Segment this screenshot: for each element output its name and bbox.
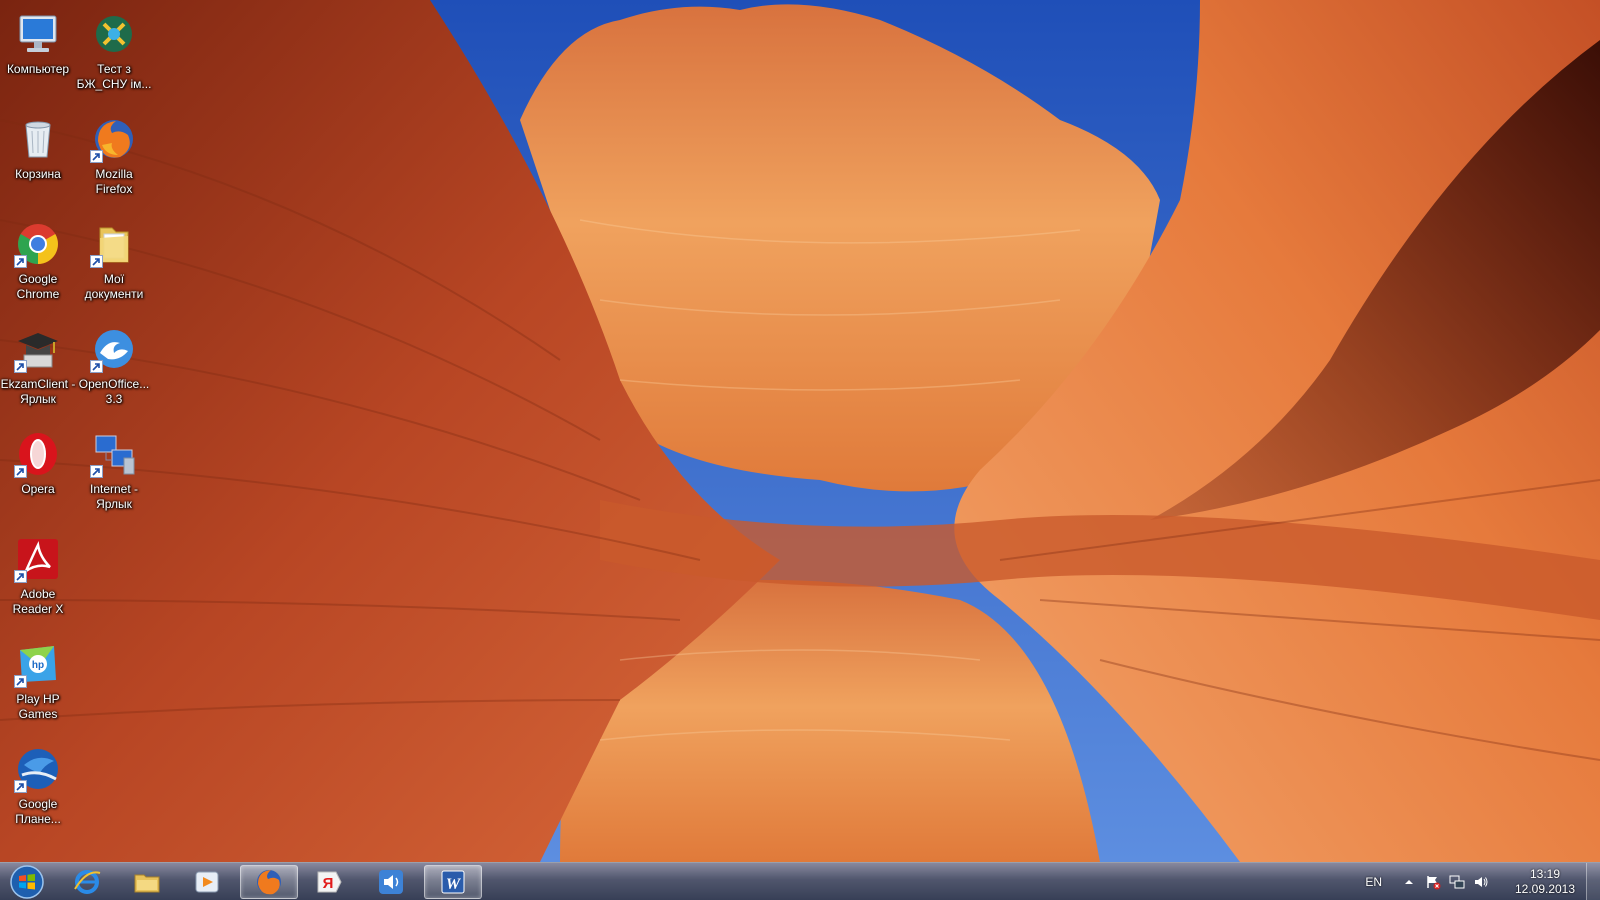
- hp-games-icon: hp: [14, 640, 62, 688]
- svg-text:W: W: [446, 876, 462, 893]
- desktop-icon-ekzamclient[interactable]: EkzamClient - Ярлык: [0, 319, 76, 419]
- taskbar-firefox[interactable]: [240, 865, 298, 899]
- desktop-icon-label: Adobe Reader X: [12, 587, 64, 616]
- network-icon: [1449, 875, 1465, 889]
- graduation-cap-icon: [14, 325, 62, 373]
- taskbar-yandex[interactable]: Я: [300, 865, 358, 899]
- speaker-app-icon: [379, 870, 403, 894]
- network-button[interactable]: [1448, 873, 1466, 891]
- desktop-icon-adobe-reader[interactable]: Adobe Reader X: [0, 529, 76, 629]
- desktop-icon-firefox[interactable]: Mozilla Firefox: [76, 109, 152, 209]
- volume-button[interactable]: [1472, 873, 1490, 891]
- shortcut-arrow-icon: [14, 570, 27, 583]
- internet-explorer-icon: [74, 870, 101, 894]
- wallpaper-image: [0, 0, 1600, 862]
- volume-icon: [1475, 877, 1488, 887]
- action-center-button[interactable]: [1424, 873, 1442, 891]
- shortcut-arrow-icon: [14, 360, 27, 373]
- show-desktop-button[interactable]: [1586, 863, 1600, 900]
- desktop-icon-openoffice[interactable]: OpenOffice... 3.3: [76, 319, 152, 419]
- desktop-icon-label: Тест з БЖ_СНУ ім...: [76, 62, 152, 91]
- google-earth-icon: [14, 745, 62, 793]
- desktop-icon-recycle-bin[interactable]: Корзина: [0, 109, 76, 209]
- folder-icon: [90, 220, 138, 268]
- word-icon: W: [441, 870, 465, 894]
- firefox-icon: [90, 115, 138, 163]
- shortcut-arrow-icon: [90, 150, 103, 163]
- taskbar-speaker-app[interactable]: [362, 865, 420, 899]
- system-tray: EN 13:19 12.09.2013: [1365, 863, 1600, 900]
- desktop-icon-label: Мої документи: [84, 272, 144, 301]
- desktop-icon-opera[interactable]: Opera: [0, 424, 76, 524]
- shortcut-arrow-icon: [14, 780, 27, 793]
- taskbar-word[interactable]: W: [424, 865, 482, 899]
- desktop-icon-label: Google Chrome: [16, 272, 60, 301]
- network-computers-icon: [90, 430, 138, 478]
- opera-icon: [14, 430, 62, 478]
- desktop-icon-label: Internet - Ярлык: [89, 482, 139, 511]
- desktop-icon-label: Google Плане...: [15, 797, 61, 826]
- desktop-icon-test-app[interactable]: Тест з БЖ_СНУ ім...: [76, 4, 152, 104]
- shortcut-arrow-icon: [90, 255, 103, 268]
- desktop-icon-hp-games[interactable]: hp Play HP Games: [0, 634, 76, 734]
- svg-text:Я: Я: [323, 875, 334, 892]
- clock-time: 13:19: [1529, 867, 1561, 881]
- desktop-icon-label: EkzamClient - Ярлык: [0, 377, 76, 406]
- language-indicator[interactable]: EN: [1365, 875, 1382, 889]
- desktop-icon-internet[interactable]: Internet - Ярлык: [76, 424, 152, 524]
- desktop-icon-label: Компьютер: [6, 62, 70, 76]
- windows-start-icon: [10, 865, 44, 899]
- test-app-icon: [90, 10, 138, 58]
- action-center-flag-icon: [1427, 876, 1441, 890]
- taskbar: Я W EN 13:19 12.09.2013: [0, 862, 1600, 900]
- desktop-icon-chrome[interactable]: Google Chrome: [0, 214, 76, 314]
- desktop-icon-label: Корзина: [15, 167, 61, 181]
- computer-icon: [14, 10, 62, 58]
- desktop-icon-google-earth[interactable]: Google Плане...: [0, 739, 76, 839]
- openoffice-icon: [90, 325, 138, 373]
- show-hidden-icons-button[interactable]: [1400, 873, 1418, 891]
- chevron-up-icon: [1405, 880, 1413, 884]
- shortcut-arrow-icon: [14, 675, 27, 688]
- desktop-icon-computer[interactable]: Компьютер: [0, 4, 76, 104]
- shortcut-arrow-icon: [90, 465, 103, 478]
- recycle-bin-icon: [14, 115, 62, 163]
- desktop-icon-my-documents[interactable]: Мої документи: [76, 214, 152, 314]
- clock-date: 12.09.2013: [1514, 882, 1576, 896]
- clock[interactable]: 13:19 12.09.2013: [1504, 867, 1586, 897]
- svg-text:hp: hp: [32, 660, 44, 671]
- chrome-icon: [14, 220, 62, 268]
- shortcut-arrow-icon: [14, 465, 27, 478]
- desktop-icon-grid: Компьютер Тест з БЖ_СНУ ім... Корзина Mo…: [0, 0, 160, 862]
- firefox-icon: [257, 870, 281, 895]
- yandex-icon: Я: [317, 871, 342, 893]
- desktop-icon-label: Opera: [21, 482, 55, 496]
- desktop-icon-label: Play HP Games: [16, 692, 60, 721]
- shortcut-arrow-icon: [14, 255, 27, 268]
- shortcut-arrow-icon: [90, 360, 103, 373]
- desktop-icon-label: Mozilla Firefox: [95, 167, 133, 196]
- desktop-icon-label: OpenOffice... 3.3: [78, 377, 150, 406]
- start-button[interactable]: [6, 864, 48, 900]
- media-player-icon: [195, 871, 219, 893]
- taskbar-file-explorer[interactable]: [118, 865, 176, 899]
- taskbar-internet-explorer[interactable]: [58, 865, 116, 899]
- file-explorer-icon: [134, 874, 160, 893]
- adobe-reader-icon: [14, 535, 62, 583]
- taskbar-media-player[interactable]: [178, 865, 236, 899]
- desktop-wallpaper: [0, 0, 1600, 862]
